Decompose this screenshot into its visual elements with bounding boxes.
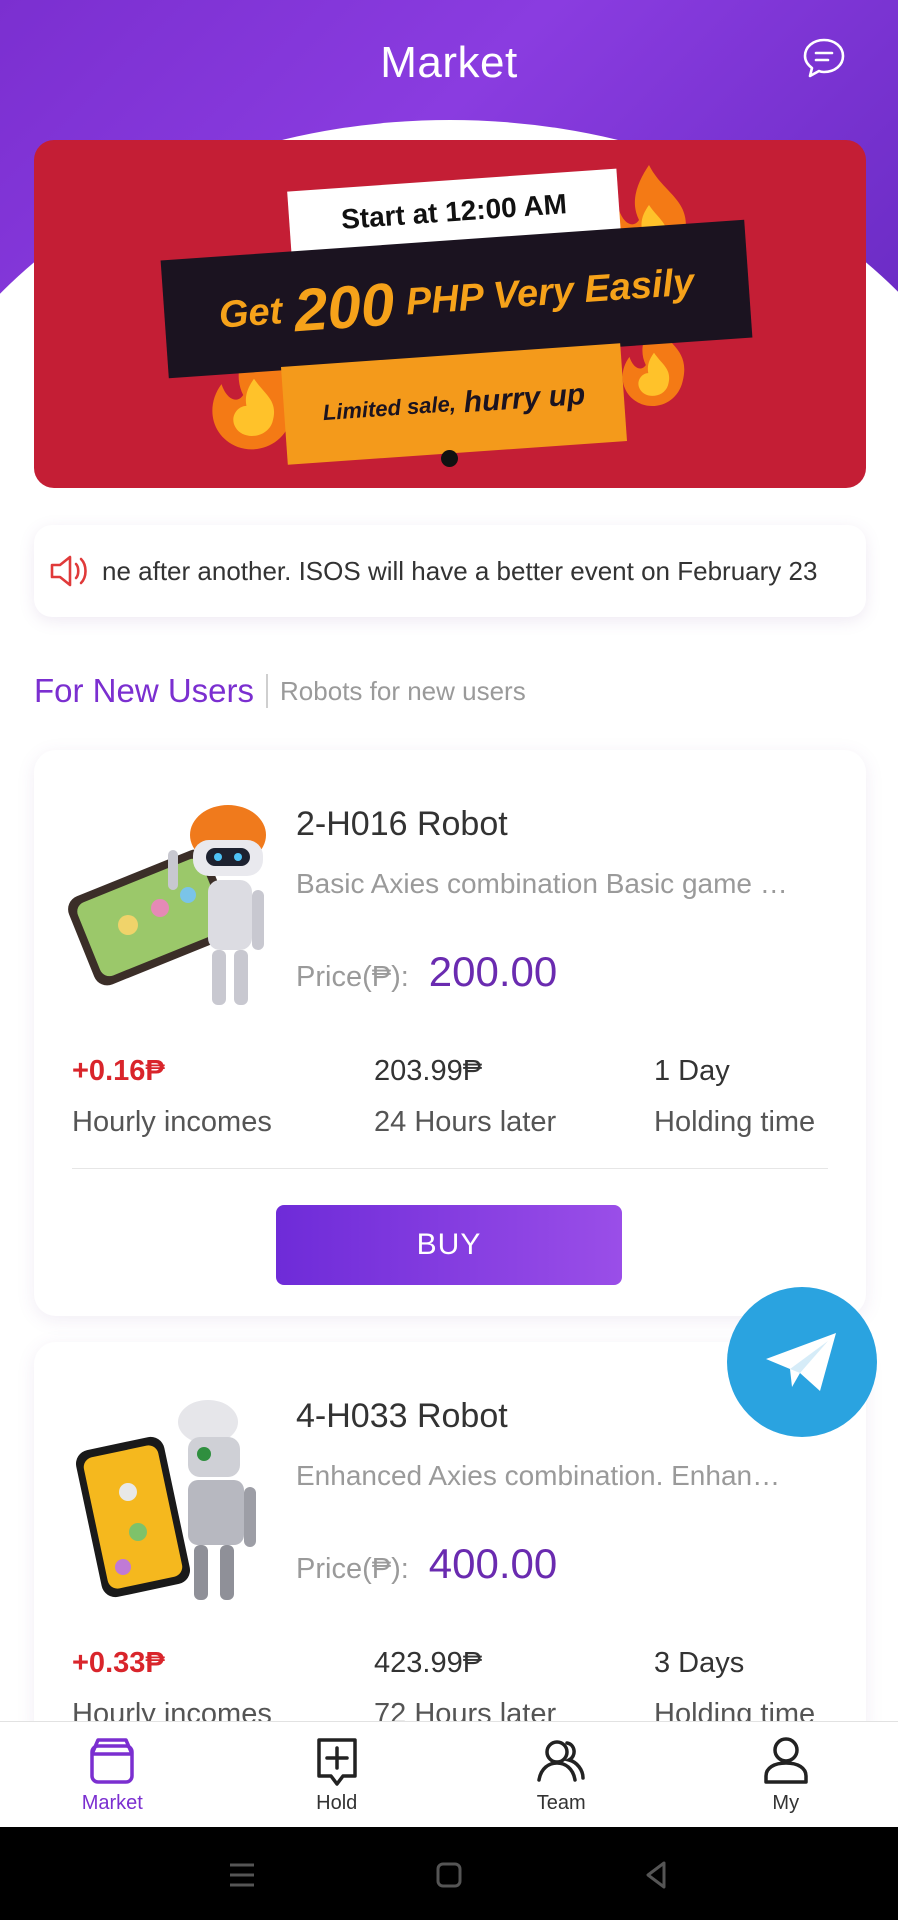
bottom-tab-bar: Market Hold Team My xyxy=(0,1721,898,1827)
product-name: 2-H016 Robot xyxy=(296,805,508,843)
banner-headline-pre: Get xyxy=(217,289,284,337)
holding-value: 3 Days xyxy=(654,1647,745,1679)
notice-text: ne after another. ISOS will have a bette… xyxy=(102,555,818,586)
product-card[interactable]: 2-H016 Robot Basic Axies combination Bas… xyxy=(34,750,866,1316)
tab-my[interactable]: My xyxy=(674,1722,898,1827)
price-value: 400.00 xyxy=(428,1540,558,1587)
page-title: Market xyxy=(380,38,518,87)
hourly-income-label: Hourly incomes xyxy=(72,1106,272,1138)
product-description: Enhanced Axies combination. Enhan… xyxy=(296,1460,781,1491)
team-icon xyxy=(537,1740,585,1782)
notice-marquee: ne after another. ISOS will have a bette… xyxy=(34,525,866,617)
banner-headline-amount: 200 xyxy=(291,269,397,344)
price-value: 200.00 xyxy=(428,948,558,995)
telegram-button[interactable] xyxy=(727,1287,877,1437)
plus-square-icon xyxy=(317,1738,357,1786)
telegram-plane-icon xyxy=(766,1333,836,1391)
product-description: Basic Axies combination Basic game … xyxy=(296,868,788,899)
market-box-icon xyxy=(90,1738,134,1784)
robot-image xyxy=(75,1400,256,1600)
system-nav-bar xyxy=(0,1827,898,1920)
holding-label: Holding time xyxy=(654,1106,816,1138)
tab-label: Market xyxy=(81,1792,143,1814)
price-row: Price(₱): 200.00 xyxy=(296,948,557,996)
later-value: 423.99₱ xyxy=(374,1647,483,1679)
back-icon[interactable] xyxy=(636,1855,676,1895)
speaker-icon xyxy=(50,555,87,587)
hourly-income-value: +0.33₱ xyxy=(72,1647,165,1679)
menu-icon[interactable] xyxy=(222,1855,262,1895)
stat-later: 203.99₱ 24 Hours later xyxy=(374,1055,556,1139)
robot-image xyxy=(68,805,266,1005)
later-label: 24 Hours later xyxy=(374,1106,557,1138)
section-divider xyxy=(266,674,269,708)
tab-label: Team xyxy=(536,1792,586,1814)
promo-banner[interactable]: Start at 12:00 AM Get 200 PHP Very Easil… xyxy=(34,140,866,488)
tab-label: Hold xyxy=(316,1792,358,1814)
user-icon xyxy=(764,1737,808,1784)
stat-hourly: +0.33₱ Hourly incomes xyxy=(72,1647,272,1731)
section-subtitle: Robots for new users xyxy=(280,675,526,706)
hourly-income-value: +0.16₱ xyxy=(72,1055,165,1087)
buy-button[interactable]: BUY xyxy=(276,1205,622,1285)
holding-value: 1 Day xyxy=(654,1055,730,1087)
section-title: For New Users xyxy=(34,672,255,709)
price-row: Price(₱): 400.00 xyxy=(296,1540,557,1588)
banner-sale-post: hurry up xyxy=(462,377,587,420)
tab-market[interactable]: Market xyxy=(0,1722,225,1827)
price-label: Price(₱): xyxy=(296,1553,409,1585)
stat-holding: 1 Day Holding time xyxy=(654,1055,815,1139)
card-divider xyxy=(72,1168,828,1169)
stat-hourly: +0.16₱ Hourly incomes xyxy=(72,1055,272,1139)
tab-hold[interactable]: Hold xyxy=(225,1722,450,1827)
section-header: For New Users Robots for new users xyxy=(34,672,526,710)
banner-sale-pre: Limited sale, xyxy=(321,390,457,426)
stat-holding: 3 Days Holding time xyxy=(654,1647,815,1731)
product-name: 4-H033 Robot xyxy=(296,1397,508,1435)
later-value: 203.99₱ xyxy=(374,1055,483,1087)
banner-headline-post: PHP Very Easily xyxy=(404,260,696,323)
header: Market xyxy=(0,0,898,130)
price-label: Price(₱): xyxy=(296,961,409,993)
stat-later: 423.99₱ 72 Hours later xyxy=(374,1647,556,1731)
home-icon[interactable] xyxy=(429,1855,469,1895)
carousel-dot[interactable] xyxy=(441,450,458,467)
tab-team[interactable]: Team xyxy=(449,1722,674,1827)
chat-bubble-icon[interactable] xyxy=(802,36,846,80)
tab-label: My xyxy=(772,1792,800,1814)
